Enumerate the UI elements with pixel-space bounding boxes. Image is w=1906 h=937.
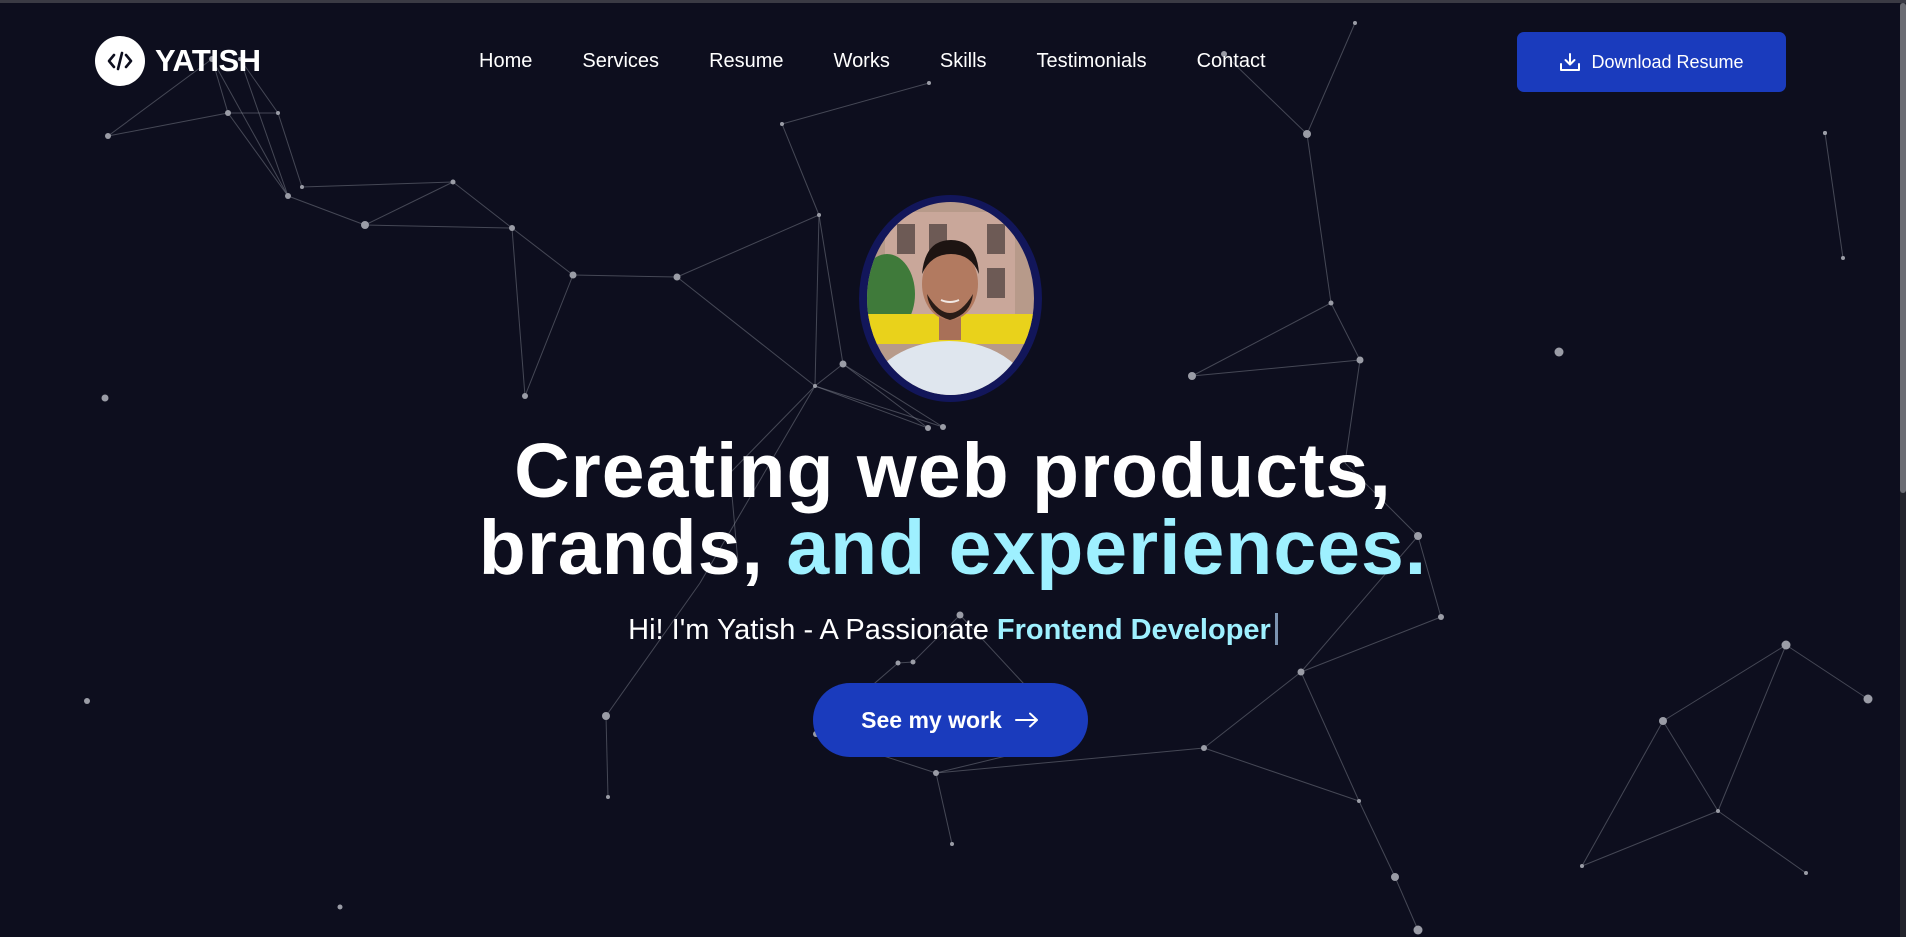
page: YATISH Home Services Resume Works Skills… bbox=[0, 0, 1906, 937]
see-my-work-label: See my work bbox=[861, 706, 1002, 733]
headline-accent: and experiences. bbox=[786, 505, 1428, 591]
nav-item-services[interactable]: Services bbox=[582, 50, 659, 73]
code-icon bbox=[95, 36, 145, 86]
nav-item-skills[interactable]: Skills bbox=[940, 50, 987, 73]
typed-role: Frontend Developer bbox=[996, 614, 1271, 646]
download-resume-button[interactable]: Download Resume bbox=[1517, 32, 1786, 92]
profile-photo bbox=[867, 202, 1034, 395]
brand-logo[interactable]: YATISH bbox=[95, 36, 261, 86]
arrow-right-icon bbox=[1014, 712, 1038, 728]
nav-item-works[interactable]: Works bbox=[834, 50, 890, 73]
headline-line-2: brands, bbox=[478, 505, 787, 591]
top-navigation: YATISH Home Services Resume Works Skills… bbox=[0, 3, 1906, 121]
hero-headline: Creating web products, brands, and exper… bbox=[0, 433, 1906, 587]
download-resume-label: Download Resume bbox=[1591, 51, 1744, 72]
page-scrollbar[interactable] bbox=[1900, 3, 1906, 937]
hero-intro: Hi! I'm Yatish - A Passionate Frontend D… bbox=[0, 613, 1906, 647]
main-menu: Home Services Resume Works Skills Testim… bbox=[479, 50, 1266, 73]
nav-item-resume[interactable]: Resume bbox=[709, 50, 783, 73]
nav-item-contact[interactable]: Contact bbox=[1197, 50, 1266, 73]
see-my-work-button[interactable]: See my work bbox=[813, 683, 1088, 757]
nav-item-testimonials[interactable]: Testimonials bbox=[1037, 50, 1147, 73]
intro-text: Hi! I'm Yatish - A Passionate bbox=[628, 614, 989, 646]
download-icon bbox=[1560, 53, 1581, 71]
brand-name: YATISH bbox=[155, 43, 261, 78]
headline-line-1: Creating web products, bbox=[514, 428, 1392, 514]
scrollbar-thumb[interactable] bbox=[1900, 3, 1906, 493]
nav-item-home[interactable]: Home bbox=[479, 50, 532, 73]
typing-cursor bbox=[1274, 613, 1278, 645]
